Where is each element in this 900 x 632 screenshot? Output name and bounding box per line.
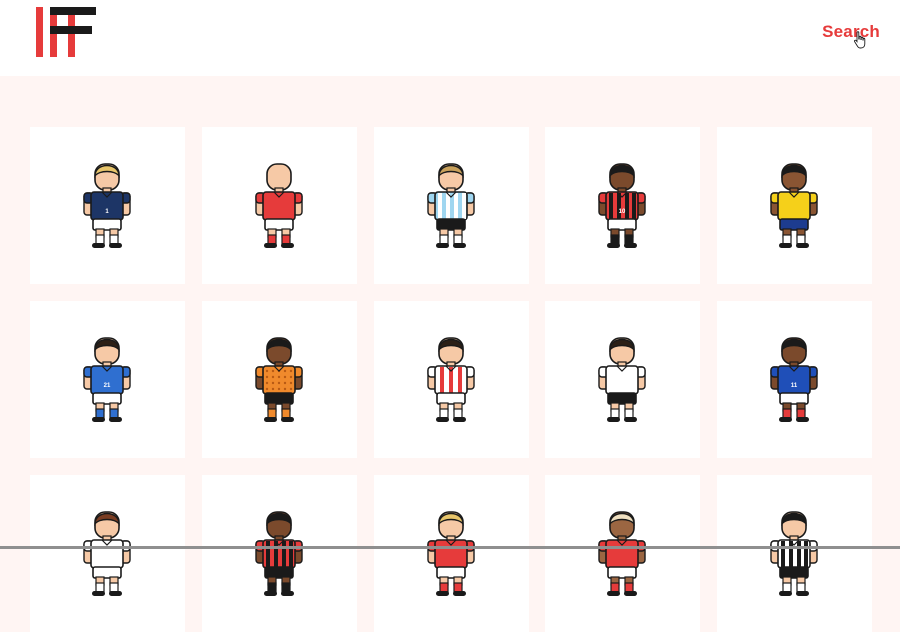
player-card[interactable] (545, 475, 700, 632)
player-card[interactable] (202, 475, 357, 632)
player-card[interactable]: 11 (717, 301, 872, 458)
svg-text:21: 21 (104, 383, 111, 389)
player-royal-blue-shirt-icon: 11 (770, 337, 818, 422)
player-card[interactable] (717, 127, 872, 284)
player-white-red-stripes-icon (427, 337, 475, 422)
player-card[interactable] (202, 127, 357, 284)
player-red-black-stripes-icon: 10 (598, 163, 646, 248)
player-black-white-stripes-icon (770, 511, 818, 596)
player-card[interactable] (374, 301, 529, 458)
player-card[interactable]: 21 (30, 301, 185, 458)
player-argentina-stripes-icon (427, 163, 475, 248)
player-white-shirt-icon (598, 337, 646, 422)
player-blue-shirt-icon: 21 (83, 337, 131, 422)
player-card[interactable] (30, 475, 185, 632)
svg-text:11: 11 (791, 383, 798, 389)
player-card[interactable] (374, 127, 529, 284)
player-red-shirt-blond-icon (427, 511, 475, 596)
player-grid: 1 10 21 11 (0, 0, 900, 632)
player-red-shirt-icon (255, 163, 303, 248)
player-red-shirt-headband-icon (598, 511, 646, 596)
svg-text:10: 10 (619, 209, 626, 215)
player-red-black-shirt-icon (255, 511, 303, 596)
goalkeeper-navy-icon: 1 (83, 163, 131, 248)
player-yellow-shirt-icon (770, 163, 818, 248)
player-white-red-shirt-icon (83, 511, 131, 596)
player-card[interactable] (717, 475, 872, 632)
player-card[interactable]: 1 (30, 127, 185, 284)
player-card[interactable] (545, 301, 700, 458)
player-card[interactable]: 10 (545, 127, 700, 284)
player-orange-shirt-icon (255, 337, 303, 422)
player-card[interactable] (374, 475, 529, 632)
player-card[interactable] (202, 301, 357, 458)
